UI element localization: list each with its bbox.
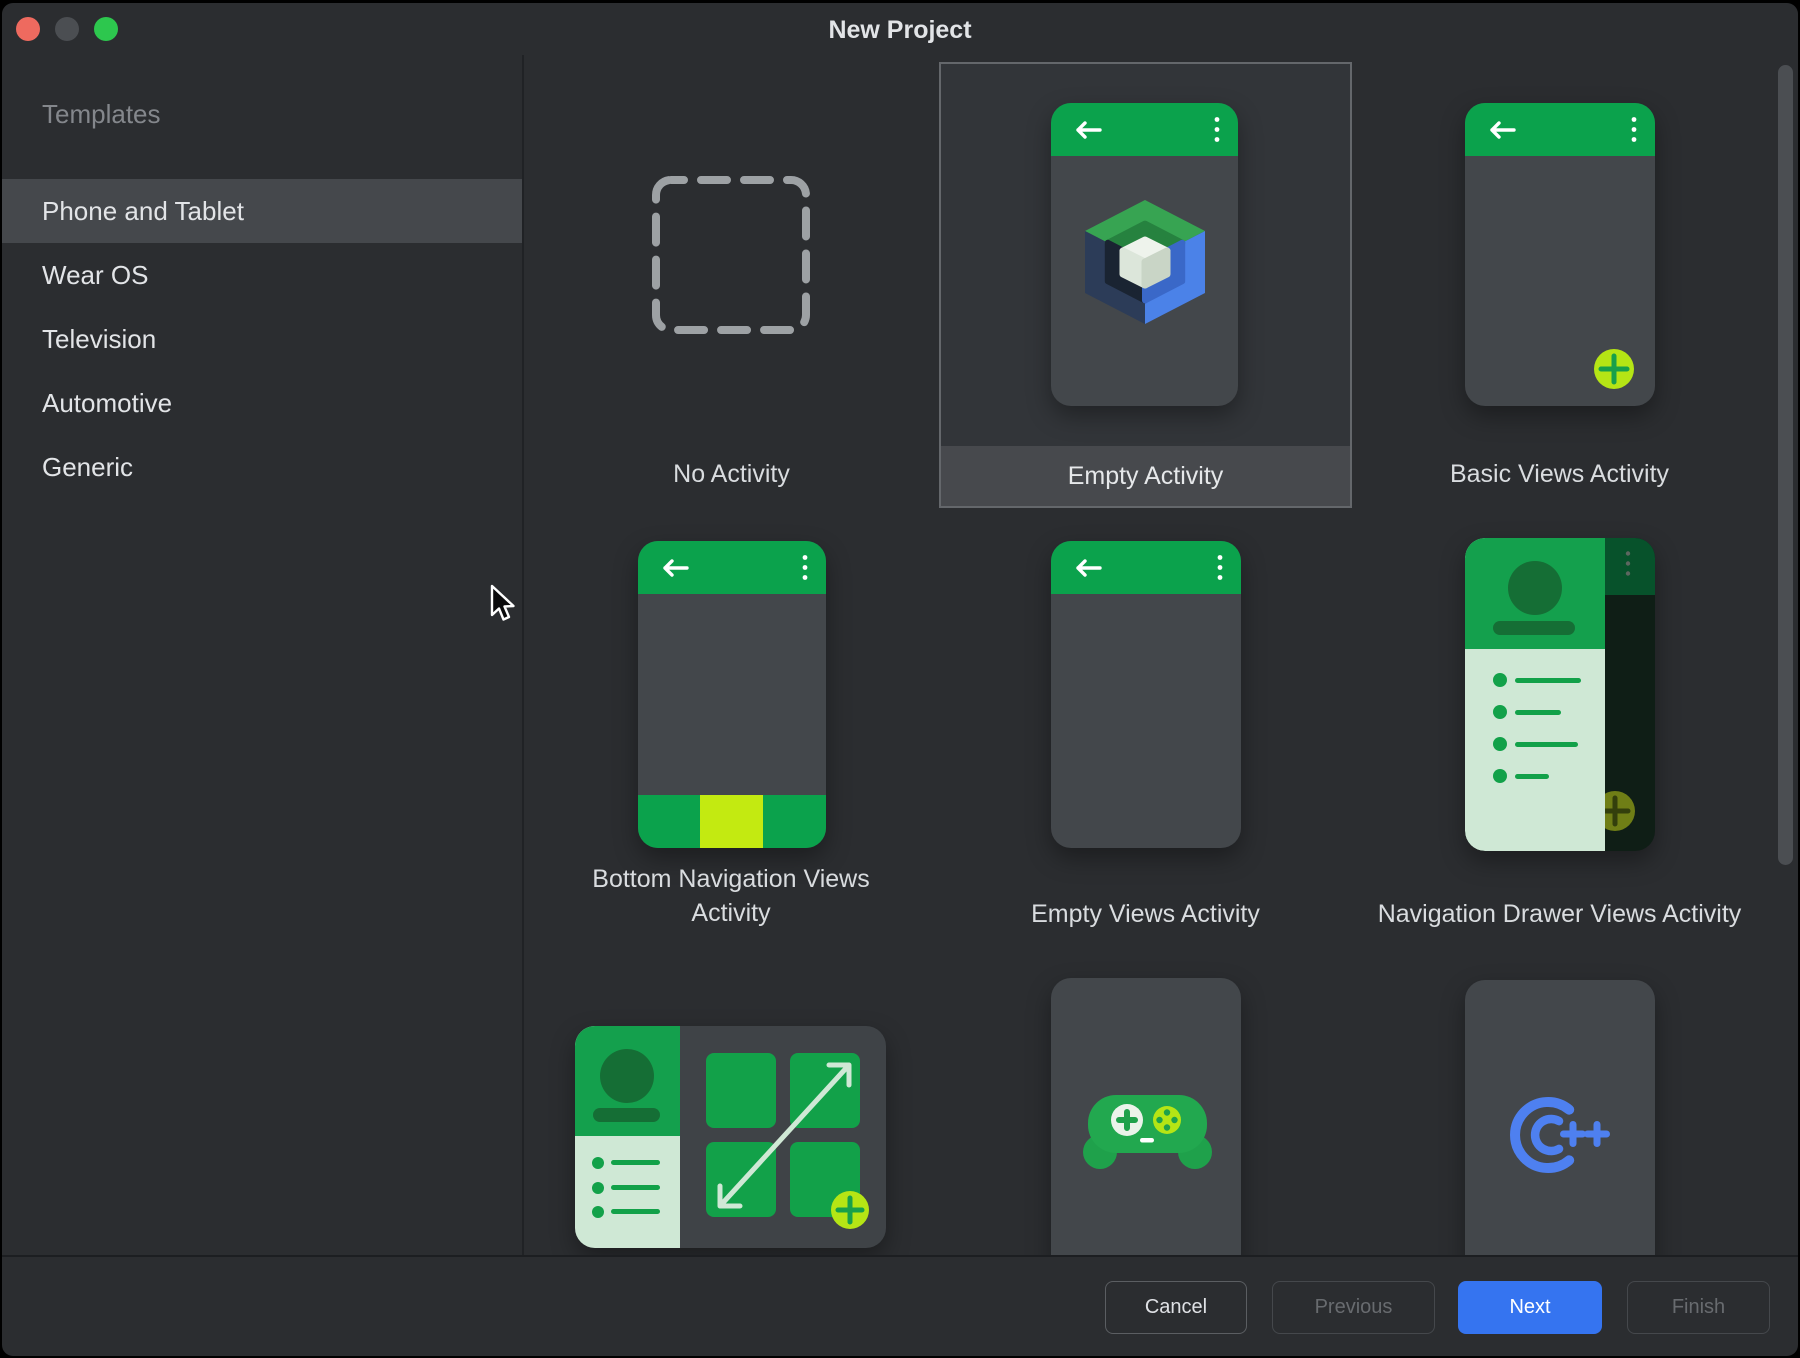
list-item-bullet (592, 1157, 604, 1169)
sidebar-item-label: Television (42, 324, 156, 354)
fab-plus-icon (1594, 349, 1634, 389)
cpp-logo-icon (1506, 1091, 1612, 1179)
kebab-menu-icon (1631, 116, 1637, 143)
kebab-menu-icon (1625, 550, 1631, 577)
template-card-label: Basic Views Activity (1353, 460, 1766, 489)
template-card-empty-views-activity[interactable]: Empty Views Activity (939, 533, 1352, 933)
template-card-native-cpp[interactable] (1353, 955, 1766, 1255)
kebab-menu-icon (802, 554, 808, 581)
template-card-primary-detail[interactable] (525, 955, 938, 1255)
sidebar-item-wear-os[interactable]: Wear OS (2, 243, 522, 307)
back-arrow-icon (1073, 121, 1103, 139)
sidebar-item-phone-and-tablet[interactable]: Phone and Tablet (2, 179, 522, 243)
phone-mockup (638, 541, 826, 848)
mouse-cursor-icon (489, 584, 517, 624)
drawer-item-line (1515, 742, 1578, 747)
avatar-name-bar (593, 1108, 660, 1122)
fab-plus-icon (831, 1191, 869, 1229)
app-toolbar (1051, 103, 1238, 156)
game-controller-icon (1076, 1092, 1216, 1176)
dashed-square-icon (651, 175, 811, 335)
drawer-item-line (1515, 678, 1581, 683)
primary-pane (575, 1026, 680, 1248)
window-title: New Project (2, 3, 1798, 55)
phone-mockup (1465, 538, 1655, 851)
footer-divider (2, 1255, 1798, 1257)
bottom-nav-segment (638, 795, 700, 848)
next-button[interactable]: Next (1458, 1281, 1602, 1334)
sidebar-item-generic[interactable]: Generic (2, 435, 522, 499)
template-card-game-activity[interactable] (939, 955, 1352, 1255)
template-card-label: Navigation Drawer Views Activity (1353, 900, 1766, 929)
app-toolbar (1465, 103, 1655, 156)
sidebar-divider (522, 55, 524, 1255)
template-card-no-activity[interactable]: No Activity (525, 62, 938, 508)
avatar-name-bar (1493, 621, 1575, 635)
list-item-line (611, 1209, 660, 1214)
sidebar-item-automotive[interactable]: Automotive (2, 371, 522, 435)
list-item-line (611, 1185, 660, 1190)
bottom-nav-selected-segment (700, 795, 763, 848)
drawer-item-bullet (1493, 769, 1507, 783)
drawer-item-bullet (1493, 737, 1507, 751)
jetpack-compose-logo-icon (1083, 200, 1207, 330)
bottom-nav-segment (763, 795, 826, 848)
list-item-bullet (592, 1182, 604, 1194)
back-arrow-icon (1073, 559, 1103, 577)
finish-button[interactable]: Finish (1627, 1281, 1770, 1334)
vertical-scrollbar-thumb[interactable] (1778, 65, 1793, 865)
kebab-menu-icon (1217, 554, 1223, 581)
template-card-basic-views-activity[interactable]: Basic Views Activity (1353, 62, 1766, 508)
list-item-bullet (592, 1206, 604, 1218)
sidebar-item-label: Generic (42, 452, 133, 482)
drawer-item-bullet (1493, 673, 1507, 687)
app-toolbar (1051, 541, 1241, 594)
back-arrow-icon (1487, 121, 1517, 139)
back-arrow-icon (660, 559, 690, 577)
template-card-label: Empty Activity (941, 446, 1350, 506)
phone-mockup (1465, 103, 1655, 406)
tablet-mockup (575, 1026, 886, 1248)
sidebar-item-television[interactable]: Television (2, 307, 522, 371)
template-card-label: No Activity (525, 460, 938, 489)
phone-mockup (1051, 978, 1241, 1255)
avatar (1508, 561, 1562, 615)
template-card-empty-activity[interactable]: Empty Activity (939, 62, 1352, 508)
drawer-item-bullet (1493, 705, 1507, 719)
template-grid: No Activity (525, 55, 1798, 1255)
avatar (600, 1049, 654, 1103)
kebab-menu-icon (1214, 116, 1220, 143)
previous-button[interactable]: Previous (1272, 1281, 1435, 1334)
phone-mockup (1465, 980, 1655, 1255)
list-item-line (611, 1160, 660, 1165)
phone-mockup (1051, 103, 1238, 406)
cancel-button[interactable]: Cancel (1105, 1281, 1247, 1334)
drawer-item-line (1515, 774, 1549, 779)
desktop: { "window": { "title": "New Project" }, … (0, 0, 1800, 1358)
nav-drawer (1465, 538, 1605, 851)
template-card-navigation-drawer-views-activity[interactable]: Navigation Drawer Views Activity (1353, 533, 1766, 933)
app-toolbar (638, 541, 826, 594)
template-card-label: Empty Views Activity (939, 900, 1352, 929)
sidebar-header: Templates (42, 99, 161, 130)
new-project-dialog: New Project Templates Phone and Tablet W… (2, 3, 1798, 1356)
phone-mockup (1051, 541, 1241, 848)
template-card-label: Bottom Navigation Views Activity (571, 862, 891, 930)
sidebar-item-label: Phone and Tablet (42, 196, 244, 226)
drawer-item-line (1515, 710, 1561, 715)
template-card-bottom-navigation-views-activity[interactable]: Bottom Navigation Views Activity (525, 533, 938, 933)
titlebar: New Project (2, 3, 1798, 55)
sidebar-item-label: Automotive (42, 388, 172, 418)
sidebar-item-label: Wear OS (42, 260, 148, 290)
